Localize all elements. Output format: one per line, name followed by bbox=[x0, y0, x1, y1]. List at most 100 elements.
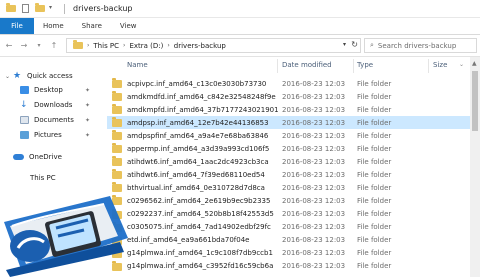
sidebar-item-label: This PC bbox=[30, 174, 56, 182]
cloud-icon bbox=[13, 154, 24, 160]
file-name: atihdwt6.inf_amd64_1aac2dc4923cb3ca bbox=[127, 157, 269, 166]
up-button[interactable]: ↑ bbox=[48, 39, 60, 53]
file-row[interactable]: etd.inf_amd64_ea9a661bda70f04e 2016-08-23… bbox=[107, 234, 480, 247]
column-headers: Name Date modified Type Size ⌄ bbox=[107, 57, 480, 75]
column-divider[interactable] bbox=[428, 59, 429, 73]
documents-icon bbox=[20, 116, 29, 124]
file-row[interactable]: appermp.inf_amd64_a3d39a993cd106f5 2016-0… bbox=[107, 142, 480, 155]
pin-icon: ✦ bbox=[84, 116, 90, 124]
file-row[interactable]: c0296562.inf_amd64_2e619b9ec9b2335 2016-0… bbox=[107, 194, 480, 207]
file-name: etd.inf_amd64_ea9a661bda70f04e bbox=[127, 236, 250, 245]
file-type: File folder bbox=[357, 262, 392, 271]
file-list: Name Date modified Type Size ⌄ acpivpc.i… bbox=[107, 57, 480, 277]
arrow-up-icon: ↑ bbox=[50, 41, 58, 50]
folder-icon bbox=[112, 156, 122, 167]
file-row[interactable]: amdkmpfd.inf_amd64_37b7177243021901 2016-… bbox=[107, 103, 480, 116]
chevron-right-icon: › bbox=[167, 42, 170, 49]
address-bar[interactable]: › This PC › Extra (D:) › drivers-backup … bbox=[66, 38, 361, 53]
scrollbar-thumb[interactable] bbox=[472, 71, 478, 131]
file-name: amdkmdfd.inf_amd64_c842e32548248f9e bbox=[127, 92, 276, 101]
file-type: File folder bbox=[357, 144, 392, 153]
file-type: File folder bbox=[357, 236, 392, 245]
folder-icon bbox=[6, 3, 16, 12]
folder-icon bbox=[112, 78, 122, 88]
chevron-right-icon: › bbox=[123, 42, 126, 49]
pin-icon: ✦ bbox=[84, 131, 90, 139]
file-type: File folder bbox=[357, 79, 392, 88]
file-row[interactable]: amdpspfinf_amd64_a9a4e7e68ba63846 2016-08… bbox=[107, 129, 480, 142]
file-type: File folder bbox=[357, 183, 392, 192]
file-name: c0305075.inf_amd64_7ad14902edbf29fc bbox=[127, 223, 271, 232]
sidebar-item-documents[interactable]: Documents ✦ bbox=[0, 113, 100, 127]
file-row[interactable]: amdpsp.inf_amd64_12e7b42e44136853 2016-08… bbox=[107, 116, 480, 130]
sidebar-item-label: OneDrive bbox=[29, 153, 62, 161]
file-row[interactable]: g14plmwa.inf_amd64_c3952fd16c59cb6a 2016-… bbox=[107, 260, 480, 273]
column-date[interactable]: Date modified bbox=[282, 61, 332, 69]
file-date: 2016-08-23 12:03 bbox=[282, 223, 346, 232]
file-type: File folder bbox=[357, 210, 392, 218]
file-date: 2016-08-23 12:03 bbox=[282, 105, 346, 114]
column-size[interactable]: Size bbox=[433, 61, 447, 69]
download-icon: ↓ bbox=[20, 100, 28, 110]
pictures-icon bbox=[20, 131, 29, 139]
breadcrumb-drive[interactable]: Extra (D:) bbox=[129, 42, 163, 50]
properties-icon[interactable] bbox=[22, 4, 29, 13]
pin-icon: ✦ bbox=[84, 101, 90, 109]
vertical-scrollbar[interactable]: ▲ bbox=[470, 57, 480, 277]
chevron-down-icon[interactable]: ▾ bbox=[343, 41, 346, 48]
file-row[interactable]: bthvirtual.inf_amd64_0e310728d7d8ca 2016-… bbox=[107, 181, 480, 194]
file-date: 2016-08-23 12:03 bbox=[282, 210, 346, 218]
breadcrumb-this-pc[interactable]: This PC bbox=[93, 42, 119, 50]
separator bbox=[64, 3, 65, 14]
back-button[interactable]: ← bbox=[3, 39, 15, 53]
search-input[interactable]: ⌕ Search drivers-backup bbox=[364, 38, 477, 53]
file-date: 2016-08-23 12:03 bbox=[282, 196, 346, 205]
breadcrumb-folder[interactable]: drivers-backup bbox=[174, 42, 226, 50]
navigation-bar: ← → ▾ ↑ › This PC › Extra (D:) › drivers… bbox=[0, 35, 480, 57]
tab-share[interactable]: Share bbox=[73, 18, 111, 34]
file-row[interactable]: c0292237.inf_amd64_520b8b18f42553d5 2016-… bbox=[107, 208, 480, 221]
new-folder-icon[interactable] bbox=[35, 3, 45, 12]
file-date: 2016-08-23 12:03 bbox=[282, 236, 346, 245]
file-name: amdpsp.inf_amd64_12e7b42e44136853 bbox=[127, 118, 269, 127]
sidebar-item-onedrive[interactable]: OneDrive bbox=[0, 150, 100, 164]
file-name: amdpspfinf_amd64_a9a4e7e68ba63846 bbox=[127, 131, 269, 140]
file-row[interactable]: c0305075.inf_amd64_7ad14902edbf29fc 2016-… bbox=[107, 221, 480, 234]
desktop-icon bbox=[20, 86, 29, 94]
file-name: c0292237.inf_amd64_520b8b18f42553d5 bbox=[127, 210, 274, 218]
file-type: File folder bbox=[357, 157, 392, 166]
file-date: 2016-08-23 12:03 bbox=[282, 131, 346, 140]
sidebar-item-desktop[interactable]: Desktop ✦ bbox=[0, 83, 100, 97]
sidebar-item-quick-access[interactable]: ⌄ ★ Quick access bbox=[0, 69, 100, 83]
file-name: amdkmpfd.inf_amd64_37b7177243021901 bbox=[127, 105, 279, 114]
forward-button[interactable]: → bbox=[18, 39, 30, 53]
column-type[interactable]: Type bbox=[357, 61, 373, 69]
file-row[interactable]: atihdwt6.inf_amd64_7f39ed68110ed54 2016-0… bbox=[107, 168, 480, 181]
title-bar: ▾ drivers-backup bbox=[0, 0, 480, 18]
tab-file[interactable]: File bbox=[0, 18, 34, 34]
file-row[interactable]: atihdwt6.inf_amd64_1aac2dc4923cb3ca 2016-… bbox=[107, 155, 480, 168]
tab-view[interactable]: View bbox=[111, 18, 146, 34]
file-date: 2016-08-23 12:03 bbox=[282, 249, 346, 258]
sidebar-item-downloads[interactable]: ↓ Downloads ✦ bbox=[0, 98, 100, 112]
sidebar-item-pictures[interactable]: Pictures ✦ bbox=[0, 128, 100, 142]
column-divider[interactable] bbox=[353, 59, 354, 73]
chevron-down-icon[interactable]: ▾ bbox=[49, 4, 58, 13]
column-name[interactable]: Name bbox=[127, 61, 148, 69]
column-divider[interactable] bbox=[277, 59, 278, 73]
refresh-icon[interactable]: ↻ bbox=[351, 40, 358, 49]
tab-home[interactable]: Home bbox=[34, 18, 73, 34]
file-row[interactable]: g14plmwa.inf_amd64_1c9c108f7db9ccb1 2016-… bbox=[107, 247, 480, 260]
file-type: File folder bbox=[357, 196, 392, 205]
search-icon: ⌕ bbox=[370, 41, 374, 49]
file-row[interactable]: amdkmdfd.inf_amd64_c842e32548248f9e 2016-… bbox=[107, 90, 480, 103]
file-type: File folder bbox=[357, 118, 392, 127]
scroll-up-icon[interactable]: ▲ bbox=[472, 60, 477, 67]
sidebar-item-label: Documents bbox=[34, 116, 74, 124]
file-date: 2016-08-23 12:03 bbox=[282, 183, 346, 192]
chevron-down-icon[interactable]: ⌄ bbox=[459, 61, 464, 68]
chevron-down-icon: ▾ bbox=[37, 42, 41, 49]
recent-locations-button[interactable]: ▾ bbox=[33, 39, 45, 53]
star-icon: ★ bbox=[13, 71, 22, 81]
file-row[interactable]: acpivpc.inf_amd64_c13c0e3030b73730 2016-0… bbox=[107, 77, 480, 90]
